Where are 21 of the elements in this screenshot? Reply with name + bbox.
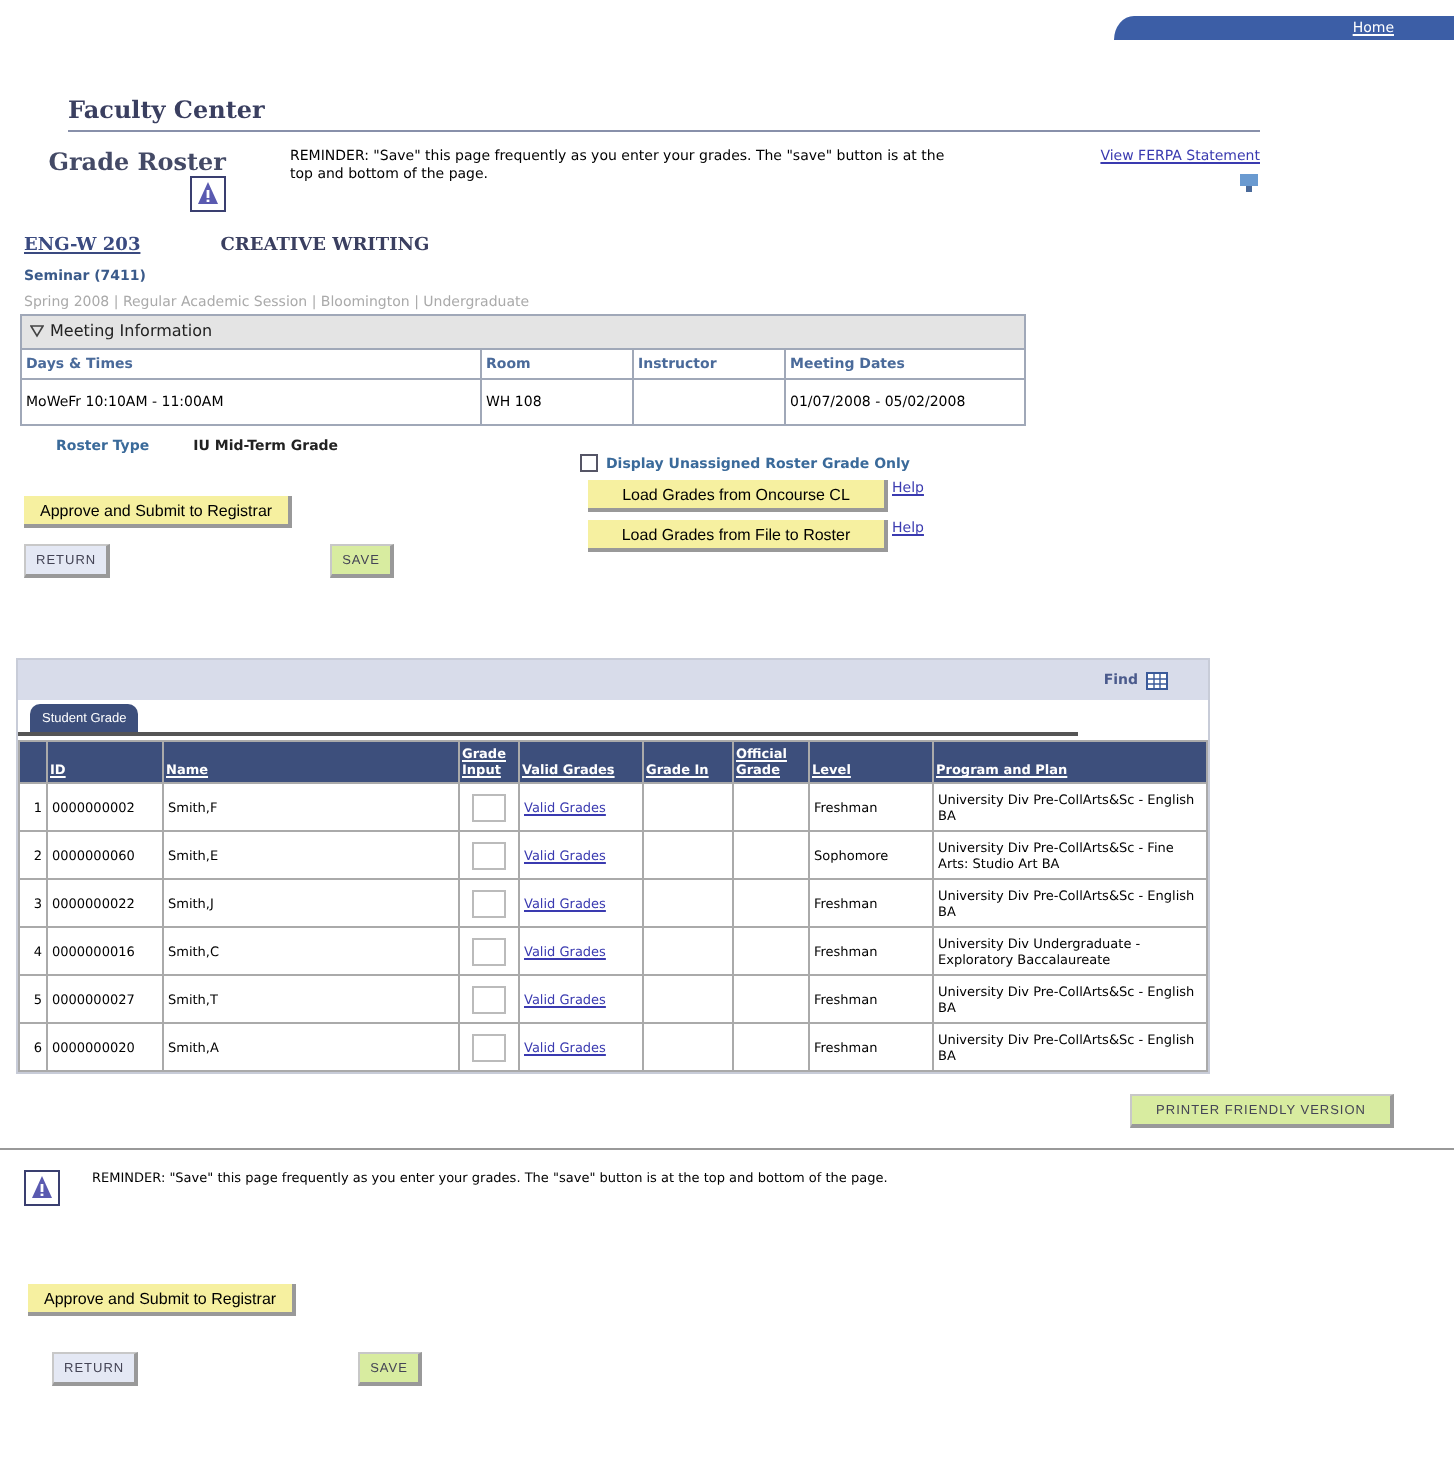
warning-icon [190,176,226,212]
course-code-link[interactable]: ENG-W 203 [24,236,141,256]
checkbox[interactable] [580,454,598,472]
grade-input[interactable] [472,793,506,821]
page-heading: Grade Roster [48,148,226,176]
page-title: Faculty Center [68,96,1260,132]
monitor-icon[interactable] [1238,172,1260,194]
load-grades-button[interactable]: Load Grades from File to Roster [588,520,888,552]
grade-input[interactable] [472,937,506,965]
grade-input[interactable] [472,985,506,1013]
warning-icon [24,1170,60,1206]
load-grades-button[interactable]: Load Grades from Oncourse CL [588,480,888,512]
meeting-info-header[interactable]: Meeting Information [50,322,213,340]
collapse-icon[interactable] [30,324,44,338]
spreadsheet-icon[interactable] [1146,670,1168,690]
approve-button[interactable]: Approve and Submit to Registrar [24,496,293,528]
grade-input[interactable] [472,841,506,869]
grade-input[interactable] [472,889,506,917]
approve-button[interactable]: Approve and Submit to Registrar [28,1284,297,1316]
course-title: CREATIVE WRITING [220,236,430,256]
grade-input[interactable] [472,1033,506,1061]
